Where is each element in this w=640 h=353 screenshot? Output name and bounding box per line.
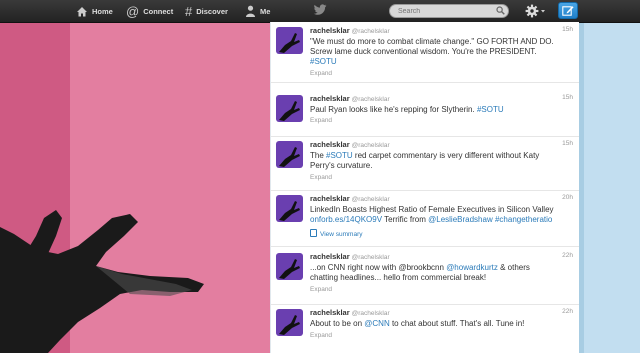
tweet-author-handle[interactable]: @rachelsklar (352, 96, 390, 103)
person-icon (245, 5, 256, 17)
avatar[interactable] (276, 95, 303, 122)
expand-link[interactable]: Expand (310, 286, 332, 293)
tweet-item[interactable]: rachelsklar @rachelsklar 15h The #SOTU re… (271, 136, 579, 191)
tweet-author-handle[interactable]: @rachelsklar (352, 142, 390, 149)
top-navigation-bar: Home @ Connect # Discover Me (0, 0, 640, 23)
tweet-text: Paul Ryan looks like he's repping for Sl… (310, 105, 504, 114)
hashtag-link[interactable]: #SOTU (310, 57, 574, 67)
tweet-timeline: rachelsklar @rachelsklar 15h "We must do … (270, 22, 579, 353)
nav-connect-label: Connect (143, 6, 174, 16)
tweet-timestamp[interactable]: 15h (562, 140, 573, 147)
avatar-hand-image (279, 101, 300, 121)
avatar-hand-image (279, 33, 300, 53)
tweet-timestamp[interactable]: 15h (562, 94, 573, 101)
search-icon[interactable] (496, 6, 505, 15)
home-icon (76, 6, 88, 17)
tweet-text: The #SOTU red carpet commentary is very … (310, 151, 540, 170)
tweet-item[interactable]: rachelsklar @rachelsklar 22h About to be … (271, 304, 579, 353)
tweet-author-handle[interactable]: @rachelsklar (352, 310, 390, 317)
tweet-author-name[interactable]: rachelsklar (310, 26, 350, 35)
hand-shadow-image (0, 210, 204, 353)
tweet-item[interactable]: rachelsklar @rachelsklar 15h "We must do … (271, 22, 579, 83)
tweet-timestamp[interactable]: 22h (562, 252, 573, 259)
hashtag-link[interactable]: #SOTU (326, 151, 353, 160)
nav-home-label: Home (92, 6, 113, 16)
at-sign-icon: @ (126, 3, 140, 19)
avatar-hand-image (279, 201, 300, 221)
settings-gear-icon[interactable] (524, 3, 546, 19)
tweet-author-name[interactable]: rachelsklar (310, 194, 350, 203)
tweet-timestamp[interactable]: 20h (562, 194, 573, 201)
hashtag-link[interactable]: #SOTU (477, 105, 504, 114)
twitter-bird-icon[interactable] (313, 4, 327, 16)
hashtag-link[interactable]: #changetheratio (495, 215, 552, 224)
expand-link[interactable]: Expand (310, 70, 332, 77)
avatar[interactable] (276, 253, 303, 280)
tweet-item[interactable]: rachelsklar @rachelsklar 20h LinkedIn Boa… (271, 190, 579, 247)
tweet-author-handle[interactable]: @rachelsklar (352, 28, 390, 35)
compose-pencil-icon (562, 6, 574, 16)
expand-link[interactable]: Expand (310, 174, 332, 181)
search-input[interactable] (389, 4, 509, 18)
avatar[interactable] (276, 195, 303, 222)
mention-link[interactable]: @CNN (364, 319, 389, 328)
avatar-hand-image (279, 315, 300, 335)
short-link[interactable]: onforb.es/14QKO9V (310, 215, 382, 224)
avatar-hand-image (279, 147, 300, 167)
expand-link[interactable]: Expand (310, 117, 332, 124)
nav-me-label: Me (260, 6, 271, 16)
tweet-author-handle[interactable]: @rachelsklar (352, 254, 390, 261)
avatar-hand-image (279, 259, 300, 279)
tweet-author-name[interactable]: rachelsklar (310, 308, 350, 317)
tweet-timestamp[interactable]: 15h (562, 26, 573, 33)
tweet-item[interactable]: rachelsklar @rachelsklar 22h ...on CNN ri… (271, 248, 579, 305)
view-summary-link[interactable]: View summary (310, 229, 363, 238)
tweet-text: LinkedIn Boasts Highest Ratio of Female … (310, 205, 554, 224)
tweet-author-name[interactable]: rachelsklar (310, 252, 350, 261)
tweet-timestamp[interactable]: 22h (562, 308, 573, 315)
tweet-author-name[interactable]: rachelsklar (310, 140, 350, 149)
mention-link[interactable]: @LeslieBradshaw (428, 215, 493, 224)
avatar[interactable] (276, 27, 303, 54)
avatar[interactable] (276, 309, 303, 336)
tweet-text: About to be on @CNN to chat about stuff.… (310, 319, 525, 328)
tweet-author-handle[interactable]: @rachelsklar (352, 196, 390, 203)
nav-me[interactable]: Me (245, 0, 270, 22)
nav-connect[interactable]: @ Connect (126, 0, 173, 22)
nav-discover[interactable]: # Discover (185, 0, 228, 22)
mention-link[interactable]: @howardkurtz (446, 263, 498, 272)
tweet-text: "We must do more to combat climate chang… (310, 37, 574, 67)
tweet-author-name[interactable]: rachelsklar (310, 94, 350, 103)
expand-link[interactable]: Expand (310, 332, 332, 339)
nav-discover-label: Discover (196, 6, 228, 16)
tweet-item[interactable]: rachelsklar @rachelsklar 15h Paul Ryan lo… (271, 90, 579, 137)
nav-home[interactable]: Home (76, 0, 113, 22)
compose-tweet-button[interactable] (558, 2, 578, 19)
avatar[interactable] (276, 141, 303, 168)
summary-card-icon (310, 229, 317, 237)
tweet-text: ...on CNN right now with @brookbcnn @how… (310, 263, 530, 282)
hash-icon: # (185, 3, 193, 19)
